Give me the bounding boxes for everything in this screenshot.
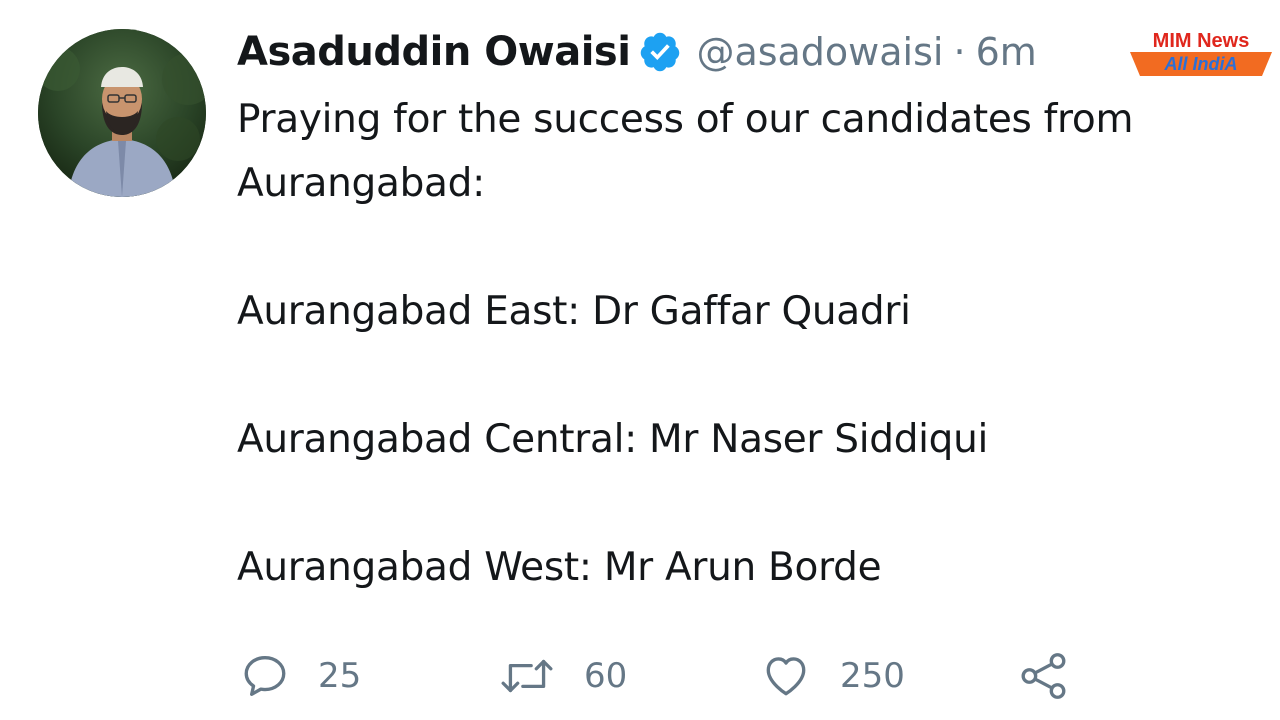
avatar-photo-icon bbox=[38, 29, 206, 197]
author-display-name[interactable]: Asaduddin Owaisi bbox=[237, 29, 631, 75]
verified-badge-icon bbox=[641, 32, 680, 72]
retweet-icon bbox=[501, 659, 553, 693]
share-button[interactable] bbox=[1018, 646, 1070, 706]
tweet-line: Praying for the success of our candidate… bbox=[237, 97, 1134, 142]
tweet-header: Asaduddin Owaisi @asadowaisi · 6m bbox=[237, 26, 1037, 78]
tweet-line: Aurangabad Central: Mr Naser Siddiqui bbox=[237, 417, 989, 462]
like-button[interactable]: 250 bbox=[760, 646, 905, 706]
watermark-line2: All IndiA bbox=[1164, 54, 1238, 74]
like-count: 250 bbox=[840, 656, 905, 696]
reply-count: 25 bbox=[318, 656, 362, 696]
tweet-action-bar: 25 60 250 bbox=[240, 646, 1080, 706]
line-break bbox=[237, 216, 1197, 280]
tweet-text: Praying for the success of our candidate… bbox=[237, 88, 1197, 600]
tweet-screen: Asaduddin Owaisi @asadowaisi · 6m Prayin… bbox=[0, 0, 1280, 720]
retweet-button[interactable]: 60 bbox=[498, 646, 627, 706]
header-separator: · bbox=[953, 30, 966, 74]
reply-icon bbox=[244, 656, 286, 696]
heart-icon bbox=[766, 657, 806, 696]
tweet-line: Aurangabad East: Dr Gaffar Quadri bbox=[237, 289, 911, 334]
channel-watermark-logo: MIM News All IndiA bbox=[1130, 30, 1272, 78]
author-handle[interactable]: @asadowaisi bbox=[696, 30, 943, 74]
share-icon bbox=[1021, 653, 1066, 699]
tweet-line: Aurangabad: bbox=[237, 161, 485, 206]
tweet-line: Aurangabad West: Mr Arun Borde bbox=[237, 545, 882, 590]
tweet-timestamp[interactable]: 6m bbox=[976, 30, 1037, 74]
watermark-line1: MIM News bbox=[1152, 30, 1250, 52]
reply-button[interactable]: 25 bbox=[240, 646, 361, 706]
retweet-count: 60 bbox=[584, 656, 628, 696]
line-break bbox=[237, 344, 1197, 408]
avatar[interactable] bbox=[38, 29, 206, 197]
line-break bbox=[237, 472, 1197, 536]
